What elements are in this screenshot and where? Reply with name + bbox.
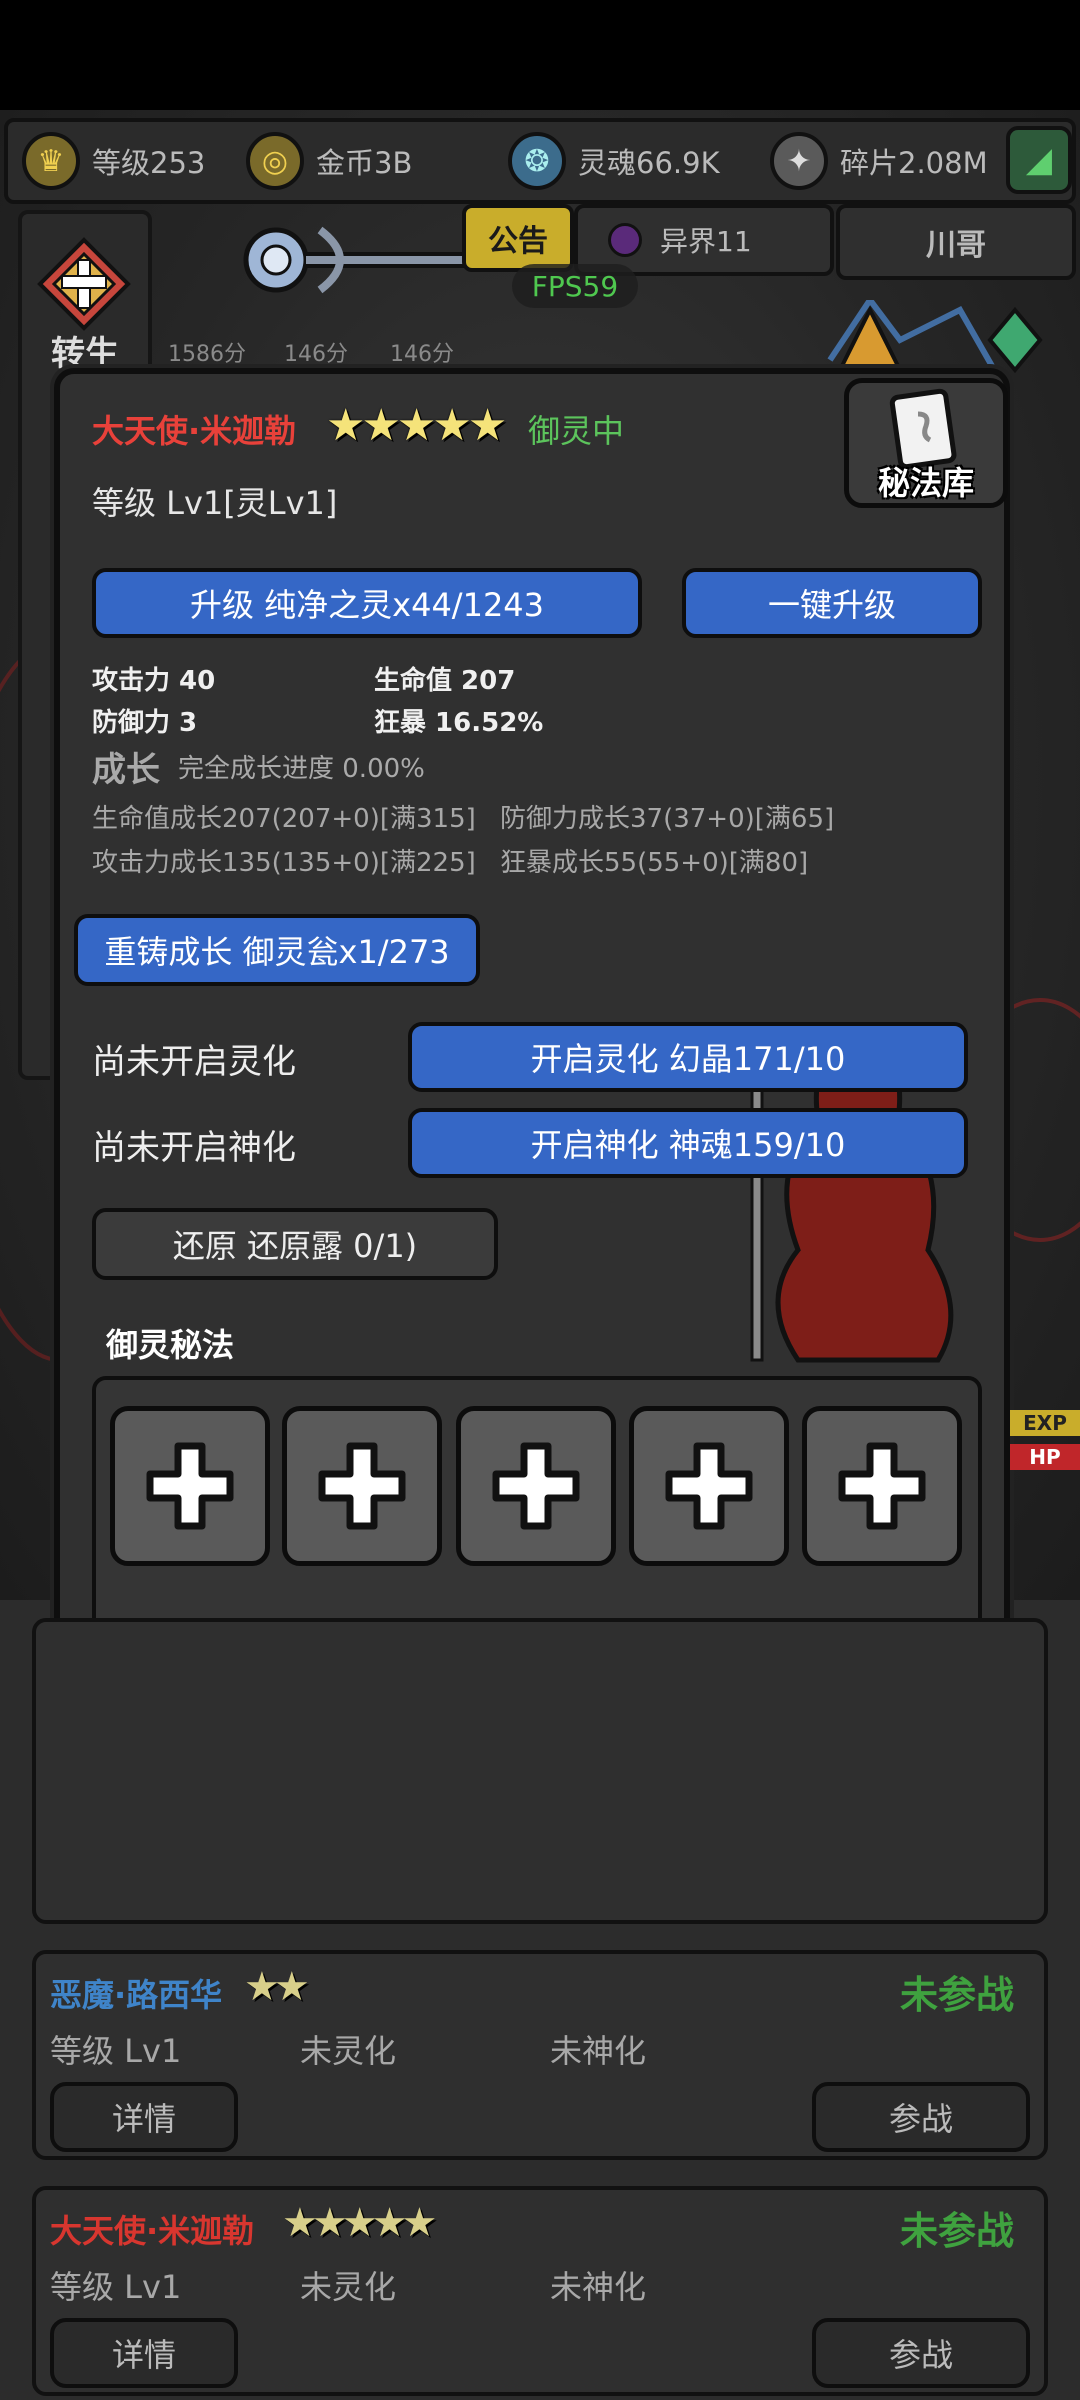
coin-resource-label: 金币3B [316,146,413,180]
shard-resource-label: 碎片2.08M [840,146,988,180]
secret-art-slot[interactable] [802,1406,962,1566]
hp-stat: 生命值 207 [374,666,516,696]
secret-library-label[interactable]: 秘法库 [844,458,1008,504]
secret-art-slot[interactable] [629,1406,789,1566]
secret-art-slot[interactable] [110,1406,270,1566]
star-icon: ★ [432,400,472,451]
tab-realm-label: 异界11 [660,225,752,258]
plus-icon [492,1442,580,1530]
restore-button[interactable]: 还原 还原露 0/1) [92,1208,498,1280]
level-resource: ♛ 等级253 [22,128,205,194]
join-battle-button[interactable]: 参战 [812,2318,1030,2388]
signal-icon[interactable]: ◢ [1006,126,1072,194]
card-spirit: 未灵化 [300,2032,397,2070]
card-spirit: 未灵化 [300,2268,397,2306]
character-level: 等级 Lv1[灵Lv1] [92,484,338,522]
card-name: 恶魔·路西华 [50,1976,223,2014]
hp-growth: 生命值成长207(207+0)[满315] [92,804,476,834]
enable-spirit-button[interactable]: 开启灵化 幻晶171/10 [408,1022,968,1092]
portal-icon [608,223,642,257]
card-name: 大天使·米迦勒 [50,2212,255,2250]
shard-resource: ✦ 碎片2.08M [770,128,988,194]
enable-god-button[interactable]: 开启神化 神魂159/10 [408,1108,968,1178]
detail-button[interactable]: 详情 [50,2318,238,2388]
soul-resource: ❂ 灵魂66.9K [508,128,720,194]
plus-icon [665,1442,753,1530]
secret-arts-title: 御灵秘法 [106,1326,235,1364]
secret-art-slot[interactable] [282,1406,442,1566]
upgrade-button[interactable]: 升级 纯净之灵x44/1243 [92,568,642,638]
plus-icon [146,1442,234,1530]
secret-art-slot[interactable] [456,1406,616,1566]
growth-title: 成长 [92,750,160,790]
reforge-growth-button[interactable]: 重铸成长 御灵瓮x1/273 [74,914,480,986]
spirit-label: 尚未开启灵化 [92,1042,296,1082]
god-label: 尚未开启神化 [92,1128,296,1168]
rebirth-icon[interactable] [36,236,132,332]
growth-progress: 完全成长进度 0.00% [178,754,425,784]
card-god: 未神化 [550,2032,647,2070]
detail-button[interactable]: 详情 [50,2082,238,2152]
exp-label: EXP [1010,1410,1080,1436]
plus-icon [838,1442,926,1530]
crit-stat: 狂暴 16.52% [374,708,544,738]
status-bar-area [0,0,1080,110]
star-icon: ★ [396,400,437,451]
level-resource-label: 等级253 [92,146,206,180]
coin-icon: ◎ [246,132,304,190]
one-click-upgrade-button[interactable]: 一键升级 [682,568,982,638]
crown-icon: ♛ [22,132,80,190]
card-status: 未参战 [900,2209,1015,2253]
tab-notice[interactable]: 公告 [462,204,574,272]
defense-stat: 防御力 3 [92,708,198,738]
join-battle-button[interactable]: 参战 [812,2082,1030,2152]
crit-growth: 狂暴成长55(55+0)[满80] [500,848,809,878]
star-icon: ★ [361,400,401,451]
timer-3: 146分 [390,342,454,367]
star-icon: ★ [467,400,508,451]
star-rating: ★ ★ ★ ★ ★ [326,400,507,451]
weapon-icon [243,226,470,294]
timer-1: 1586分 [168,342,246,367]
tab-user[interactable]: 川哥 [836,204,1076,280]
spirit-status: 御灵中 [528,412,625,450]
shard-icon: ✦ [770,132,828,190]
soul-icon: ❂ [508,132,566,190]
coin-resource: ◎ 金币3B [246,128,412,194]
card-god: 未神化 [550,2268,647,2306]
character-name: 大天使·米迦勒 [92,412,297,450]
attack-growth: 攻击力成长135(135+0)[满225] [92,848,476,878]
star-icon: ★ [326,400,366,451]
fps-counter: FPS59 [512,264,638,308]
hp-label: HP [1010,1444,1080,1470]
plus-icon [318,1442,406,1530]
soul-resource-label: 灵魂66.9K [578,146,720,180]
card-stars: ★ ★ [244,1964,310,2010]
attack-stat: 攻击力 40 [92,666,216,696]
star-icon: ★ [401,2200,438,2246]
card-level: 等级 Lv1 [50,2032,182,2070]
card-status: 未参战 [900,1973,1015,2017]
card-level: 等级 Lv1 [50,2268,182,2306]
defense-growth: 防御力成长37(37+0)[满65] [500,804,835,834]
card-stars: ★ ★ ★ ★ ★ [282,2200,437,2246]
star-icon: ★ [273,1964,310,2010]
card-partial [32,1618,1048,1924]
timer-2: 146分 [284,342,348,367]
